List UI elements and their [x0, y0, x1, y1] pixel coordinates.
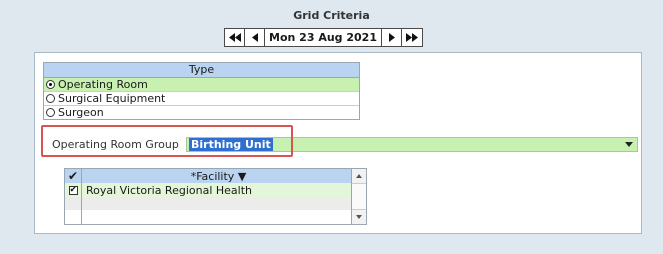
grid-scrollbar[interactable] [351, 169, 366, 224]
check-column-header[interactable]: ✔ [65, 169, 82, 183]
facility-cell [82, 210, 351, 224]
highlight-callout [41, 125, 293, 157]
type-option-operating-room[interactable]: Operating Room [44, 78, 359, 92]
radio-button-selected[interactable] [46, 80, 55, 89]
facility-cell: Royal Victoria Regional Health [82, 183, 351, 197]
table-row[interactable] [65, 197, 351, 211]
facility-column-label: *Facility ▼ [190, 169, 247, 183]
row-check-cell[interactable]: ✔ [65, 183, 82, 197]
up-arrow-icon [356, 174, 362, 178]
criteria-panel: Type Operating Room Surgical Equipment S… [34, 52, 642, 234]
left-arrow-icon [251, 33, 258, 42]
page-title: Grid Criteria [293, 9, 370, 22]
facility-grid-header: ✔ *Facility ▼ [65, 169, 351, 184]
scroll-down-button[interactable] [352, 209, 366, 224]
row-checkbox-checked[interactable]: ✔ [68, 185, 78, 195]
current-date: Mon 23 Aug 2021 [265, 29, 382, 46]
row-check-cell[interactable] [65, 197, 82, 210]
table-row[interactable] [65, 210, 351, 224]
type-option-surgeon[interactable]: Surgeon [44, 106, 359, 119]
chevron-down-icon[interactable] [625, 142, 633, 147]
facility-column-header[interactable]: *Facility ▼ [82, 169, 351, 183]
type-option-surgical-equipment[interactable]: Surgical Equipment [44, 92, 359, 106]
down-arrow-icon [356, 215, 362, 219]
last-date-button[interactable] [402, 29, 422, 46]
next-date-button[interactable] [382, 29, 402, 46]
radio-button[interactable] [46, 108, 55, 117]
type-selector: Type Operating Room Surgical Equipment S… [43, 62, 360, 120]
type-option-label: Operating Room [58, 78, 148, 91]
type-option-label: Surgeon [58, 106, 104, 119]
checkmark-icon: ✔ [67, 169, 79, 183]
double-right-arrow-icon [406, 33, 418, 42]
date-navigator: Mon 23 Aug 2021 [224, 28, 423, 47]
type-header: Type [44, 63, 359, 78]
right-arrow-icon [388, 33, 395, 42]
facility-cell [82, 197, 351, 210]
table-row[interactable]: ✔ Royal Victoria Regional Health [65, 183, 351, 198]
first-date-button[interactable] [225, 29, 245, 46]
double-left-arrow-icon [228, 33, 241, 42]
scroll-up-button[interactable] [352, 169, 366, 184]
facility-grid: ✔ *Facility ▼ ✔ Royal Victoria Regional … [64, 168, 367, 225]
radio-button[interactable] [46, 94, 55, 103]
previous-date-button[interactable] [245, 29, 265, 46]
type-option-label: Surgical Equipment [58, 92, 166, 105]
row-check-cell[interactable] [65, 210, 82, 224]
facility-name: Royal Victoria Regional Health [86, 183, 252, 197]
